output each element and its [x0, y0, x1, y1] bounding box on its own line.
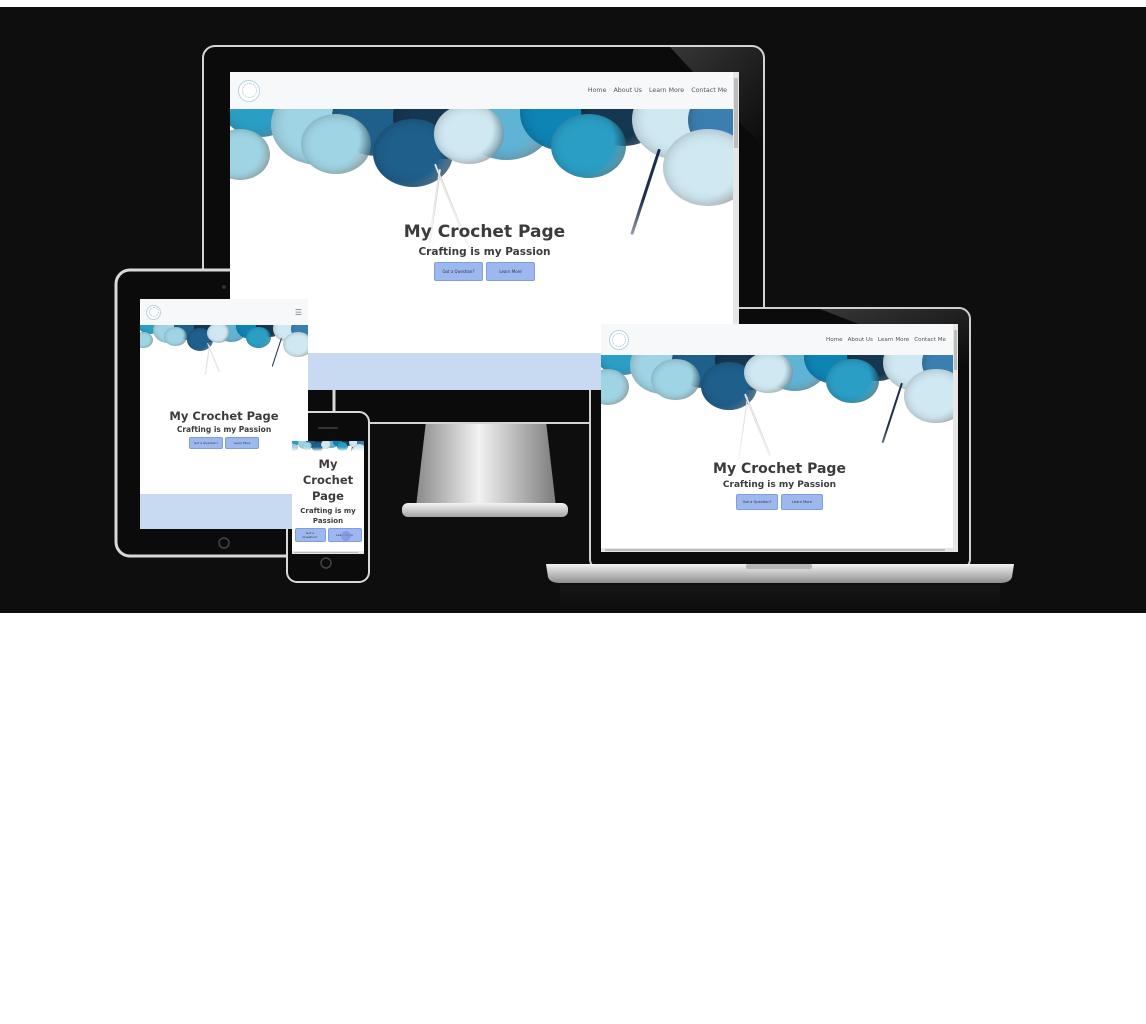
yarn-ball	[301, 114, 372, 174]
yarn-ball	[163, 326, 187, 347]
tablet-learn-more-button[interactable]: Learn More	[225, 437, 259, 449]
laptop-reflection	[560, 585, 1000, 607]
monitor-stand	[416, 421, 556, 507]
laptop-scrollbar[interactable]	[953, 324, 958, 552]
site-logo-laptop[interactable]	[609, 329, 629, 350]
nav-link-home[interactable]: Home	[588, 87, 607, 94]
phone-horizontal-scrollbar[interactable]	[292, 551, 364, 554]
phone-hero-section	[292, 441, 364, 457]
page-title: My Crochet Page	[403, 222, 566, 242]
laptop-hero-section	[601, 355, 958, 545]
tablet-section-band	[140, 494, 308, 529]
hamburger-icon[interactable]: ☰	[295, 308, 302, 317]
laptop-page-subtitle: Crafting is my Passion	[722, 480, 837, 490]
page-subtitle: Crafting is my Passion	[418, 246, 551, 258]
tablet-page-subtitle: Crafting is my Passion	[176, 425, 272, 434]
laptop-got-a-question-button[interactable]: Got a Question?	[736, 494, 778, 510]
touch-indicator	[341, 531, 351, 541]
yarn-ball	[282, 331, 308, 357]
yarn-ball	[662, 129, 739, 206]
nav-link-contact-me[interactable]: Contact Me	[691, 87, 727, 94]
tablet-navbar: ☰	[140, 299, 308, 325]
yarn-ball	[140, 331, 154, 349]
device-mockup-stage: Home About Us Learn More Contact Me My C…	[0, 7, 1146, 613]
laptop-page-title: My Crochet Page	[713, 461, 846, 477]
learn-more-button[interactable]: Learn More	[486, 262, 535, 281]
desktop-navbar: Home About Us Learn More Contact Me	[230, 72, 739, 109]
site-logo[interactable]	[238, 79, 260, 102]
nav-link-learn-more[interactable]: Learn More	[649, 87, 684, 94]
nav-link-about-us[interactable]: About Us	[613, 87, 642, 94]
blank-area	[0, 613, 1146, 1024]
tablet-got-a-question-button[interactable]: Got a Question?	[189, 437, 223, 449]
monitor-base	[402, 503, 568, 517]
crochet-hook	[271, 338, 283, 367]
site-logo-tablet[interactable]	[146, 304, 161, 320]
laptop-horizontal-scrollbar[interactable]	[601, 548, 958, 552]
tablet-page-title: My Crochet Page	[169, 409, 279, 423]
phone-page-subtitle: Crafting is my Passion	[300, 507, 356, 525]
yarn-ball	[433, 109, 504, 164]
laptop-learn-more-button[interactable]: Learn More	[781, 494, 823, 510]
tablet-hero-section	[140, 325, 308, 485]
tablet-screen: ☰ My Crochet Page Crafting is my Passion…	[140, 299, 308, 529]
yarn-ball	[550, 114, 626, 178]
phone-screen: My Crochet Page Crafting is my Passion G…	[292, 441, 364, 554]
laptop-nav-link-learn-more[interactable]: Learn More	[878, 337, 909, 343]
yarn-ball	[825, 358, 879, 404]
laptop-screen: Home About Us Learn More Contact Me My C…	[601, 324, 958, 552]
yarn-ball	[650, 358, 701, 401]
phone-got-a-question-button[interactable]: Got a Question?	[294, 528, 326, 542]
got-a-question-button[interactable]: Got a Question?	[434, 262, 483, 281]
laptop-nav-link-home[interactable]: Home	[826, 337, 843, 343]
laptop-nav-link-contact-me[interactable]: Contact Me	[914, 337, 946, 343]
laptop-nav-link-about-us[interactable]: About Us	[848, 337, 873, 343]
laptop-navbar: Home About Us Learn More Contact Me	[601, 324, 958, 355]
phone-page-title: My Crochet Page	[302, 457, 354, 503]
yarn-ball	[904, 369, 958, 423]
yarn-ball	[245, 326, 271, 348]
